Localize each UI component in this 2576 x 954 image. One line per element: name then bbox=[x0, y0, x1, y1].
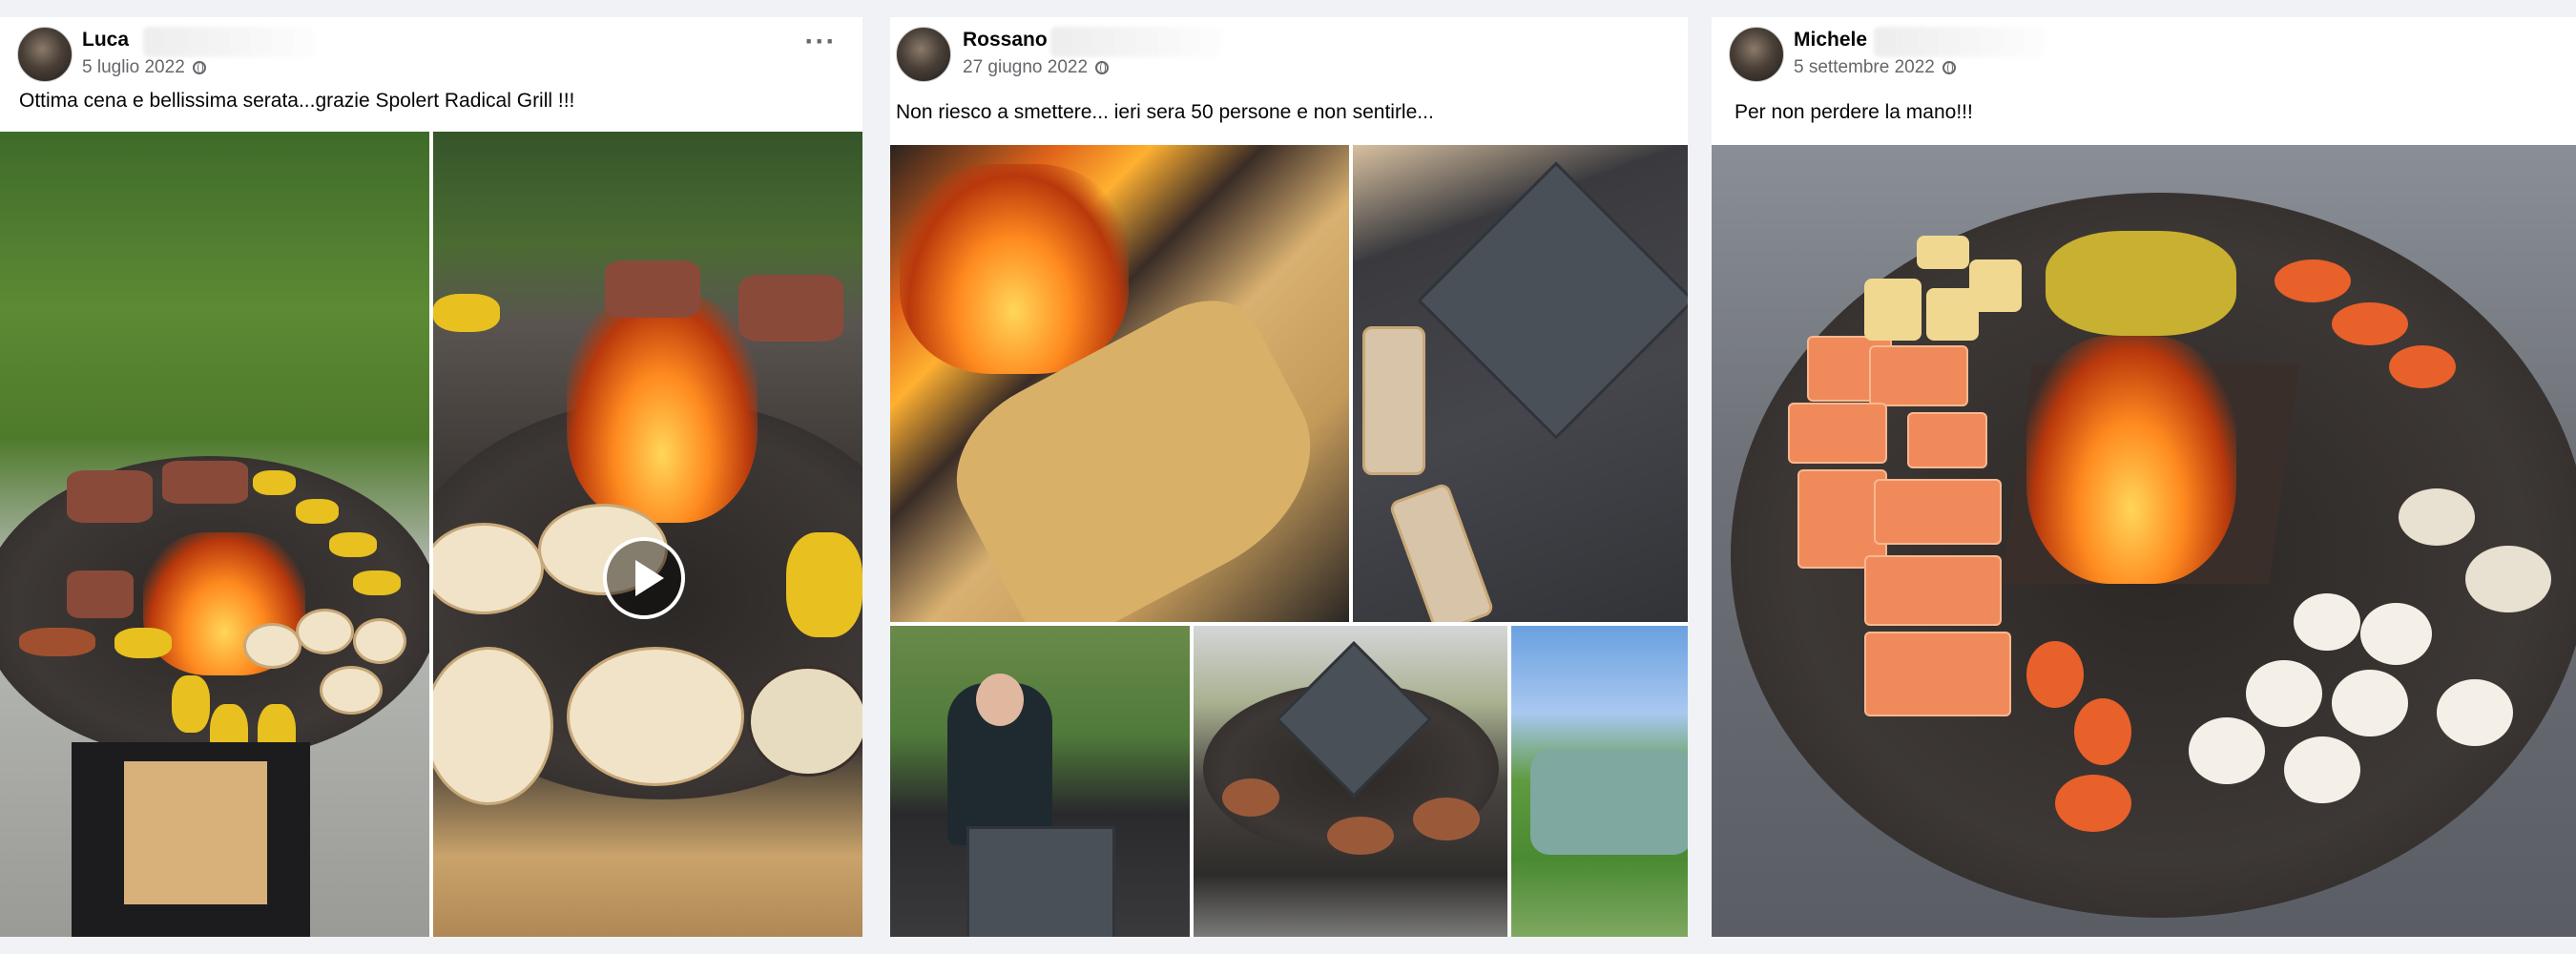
food bbox=[162, 461, 248, 504]
post-card-rossano: Rossano 27 giugno 2022 Non riesco a smet… bbox=[890, 17, 1688, 937]
food bbox=[1222, 778, 1279, 817]
food bbox=[1869, 345, 1968, 406]
food bbox=[1788, 403, 1887, 464]
play-icon[interactable] bbox=[603, 537, 685, 619]
post-photo[interactable] bbox=[890, 626, 1190, 937]
food bbox=[353, 570, 401, 595]
food bbox=[172, 675, 210, 733]
food bbox=[296, 499, 339, 524]
post-photo[interactable] bbox=[1511, 626, 1688, 937]
food bbox=[1874, 479, 2002, 545]
post-photo[interactable] bbox=[1194, 626, 1507, 937]
food bbox=[1864, 555, 2002, 626]
post-caption: Non riesco a smettere... ieri sera 50 pe… bbox=[896, 101, 1434, 123]
food bbox=[2465, 546, 2551, 612]
post-date[interactable]: 27 giugno 2022 bbox=[963, 57, 1110, 78]
food bbox=[1388, 482, 1495, 622]
redacted-surname bbox=[143, 27, 315, 57]
food bbox=[738, 275, 843, 342]
post-date-text[interactable]: 5 settembre 2022 bbox=[1794, 57, 1935, 77]
food bbox=[2294, 593, 2360, 651]
person-head bbox=[976, 674, 1024, 726]
food bbox=[2275, 259, 2351, 302]
globe-icon bbox=[1095, 61, 1110, 74]
firewood bbox=[124, 761, 267, 904]
redacted-surname bbox=[1050, 27, 1222, 57]
post-date[interactable]: 5 luglio 2022 bbox=[82, 57, 206, 78]
redacted-surname bbox=[1874, 27, 2046, 57]
food bbox=[67, 470, 153, 523]
globe-icon bbox=[1942, 61, 1956, 74]
grill-grate bbox=[966, 826, 1115, 937]
food bbox=[2437, 679, 2513, 746]
post-date[interactable]: 5 settembre 2022 bbox=[1794, 57, 1956, 78]
food bbox=[67, 570, 134, 618]
food bbox=[1907, 412, 1987, 468]
food bbox=[2284, 736, 2360, 803]
fire bbox=[900, 164, 1129, 374]
food bbox=[243, 623, 301, 669]
author-avatar[interactable] bbox=[17, 27, 73, 82]
food bbox=[353, 618, 406, 664]
fire bbox=[2026, 336, 2236, 584]
globe-icon bbox=[192, 61, 206, 74]
food bbox=[1864, 279, 1922, 341]
food bbox=[329, 532, 377, 557]
food bbox=[786, 532, 862, 637]
food bbox=[1327, 817, 1394, 855]
peppers bbox=[2046, 231, 2236, 336]
post-photo[interactable] bbox=[0, 132, 429, 937]
food bbox=[320, 666, 383, 715]
post-caption: Per non perdere la mano!!! bbox=[1735, 101, 1973, 123]
food bbox=[748, 666, 862, 777]
food bbox=[1864, 632, 2011, 716]
food bbox=[2074, 698, 2131, 765]
food bbox=[1413, 798, 1480, 840]
post-date-text[interactable]: 5 luglio 2022 bbox=[82, 57, 185, 77]
food bbox=[2360, 603, 2432, 665]
food bbox=[2332, 670, 2408, 736]
post-video[interactable] bbox=[433, 132, 862, 937]
author-name[interactable]: Luca bbox=[82, 29, 129, 52]
fire bbox=[567, 294, 758, 523]
food bbox=[253, 470, 296, 495]
more-options-icon[interactable]: ··· bbox=[801, 28, 840, 59]
food bbox=[605, 260, 700, 318]
post-photo[interactable] bbox=[890, 145, 1349, 622]
food bbox=[114, 628, 172, 658]
post-caption: Ottima cena e bellissima serata...grazie… bbox=[19, 90, 575, 112]
post-card-michele: Michele 5 settembre 2022 Per non perdere… bbox=[1712, 17, 2576, 937]
food bbox=[567, 647, 744, 786]
food bbox=[1362, 326, 1425, 475]
food bbox=[2026, 641, 2084, 708]
food bbox=[433, 647, 553, 805]
food bbox=[19, 628, 95, 656]
food bbox=[2055, 775, 2131, 832]
post-card-luca: Luca 5 luglio 2022 ··· Ottima cena e bel… bbox=[0, 17, 862, 937]
food bbox=[2389, 345, 2456, 388]
post-date-text[interactable]: 27 giugno 2022 bbox=[963, 57, 1088, 77]
food bbox=[1969, 259, 2022, 312]
food bbox=[2332, 302, 2408, 345]
grill-grate bbox=[1417, 161, 1688, 440]
author-name[interactable]: Michele bbox=[1794, 29, 1867, 52]
food bbox=[296, 609, 354, 654]
post-photo[interactable] bbox=[1353, 145, 1688, 622]
food bbox=[2189, 717, 2265, 784]
author-avatar[interactable] bbox=[896, 27, 951, 82]
post-photo[interactable] bbox=[1712, 145, 2576, 937]
wheelbarrow bbox=[1530, 750, 1688, 855]
food bbox=[1917, 236, 1969, 269]
author-name[interactable]: Rossano bbox=[963, 29, 1048, 52]
food bbox=[433, 294, 500, 332]
author-avatar[interactable] bbox=[1729, 27, 1784, 82]
food bbox=[2246, 660, 2322, 727]
food bbox=[2399, 488, 2475, 546]
